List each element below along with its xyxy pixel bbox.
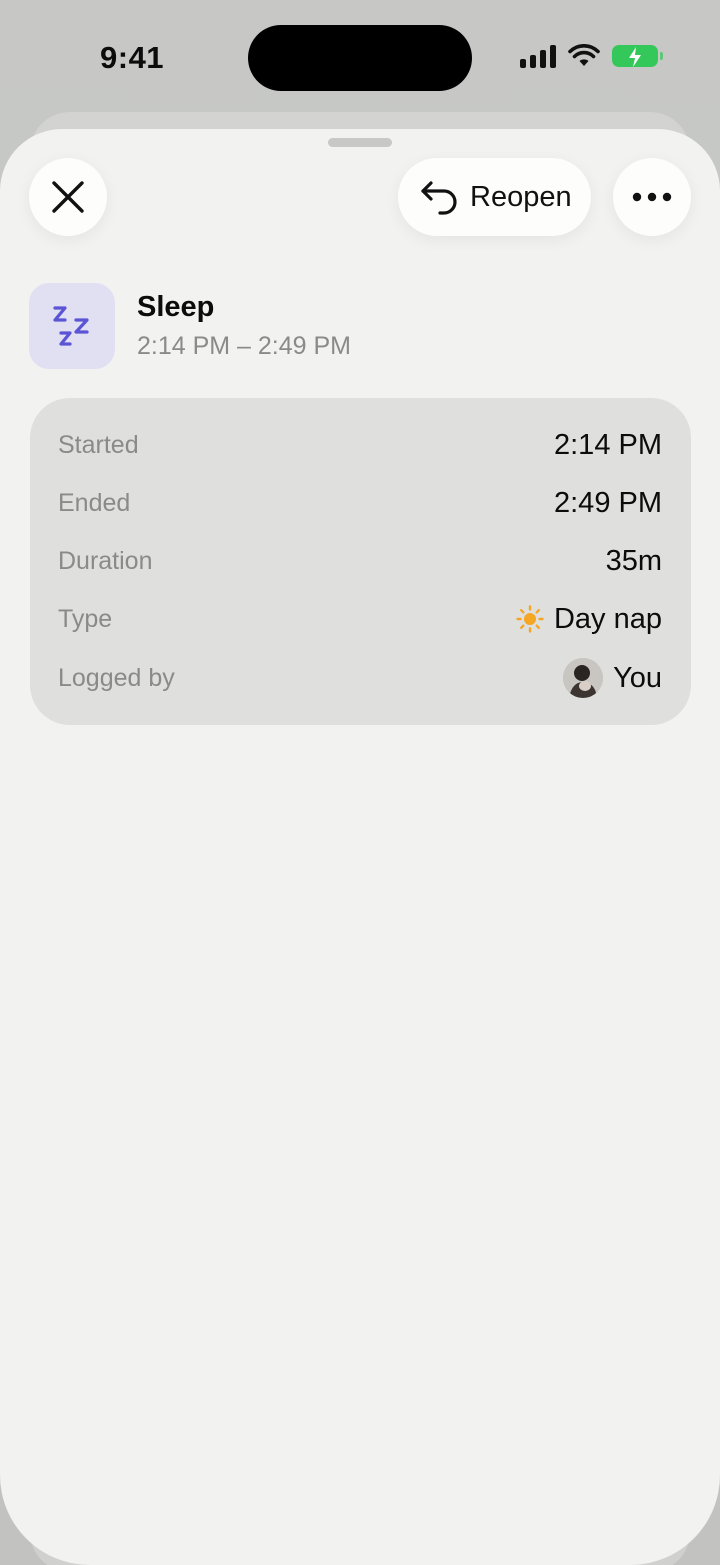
- more-options-button[interactable]: [613, 158, 691, 236]
- undo-arrow-icon: [421, 181, 457, 215]
- status-time: 9:41: [100, 40, 165, 75]
- dynamic-island: [248, 25, 472, 91]
- type-label: Type: [58, 604, 113, 633]
- sun-icon: [516, 605, 544, 633]
- entry-title: Sleep: [137, 291, 215, 323]
- detail-row-type[interactable]: Type Day nap: [58, 599, 662, 639]
- type-value: Day nap: [553, 602, 662, 635]
- reopen-label: Reopen: [470, 180, 572, 213]
- sheet-grabber[interactable]: [328, 138, 392, 147]
- ended-label: Ended: [58, 488, 131, 517]
- entry-time-range: 2:14 PM – 2:49 PM: [137, 332, 352, 360]
- battery-charging-icon: [612, 45, 663, 67]
- detail-row-started[interactable]: Started 2:14 PM: [58, 425, 662, 465]
- details-card: Started 2:14 PM Ended 2:49 PM Duration 3…: [30, 398, 691, 725]
- screen: 9:41 Reopen Sleep 2:14 PM – 2:49 PM Star…: [0, 0, 720, 1565]
- detail-row-ended[interactable]: Ended 2:49 PM: [58, 483, 662, 523]
- detail-sheet: Reopen Sleep 2:14 PM – 2:49 PM Started 2…: [0, 129, 720, 1565]
- logged-by-label: Logged by: [58, 663, 175, 692]
- close-icon: [52, 181, 84, 213]
- type-value-group: Day nap: [516, 603, 662, 636]
- close-button[interactable]: [29, 158, 107, 236]
- detail-row-duration[interactable]: Duration 35m: [58, 541, 662, 581]
- reopen-button[interactable]: Reopen: [398, 158, 591, 236]
- logged-by-value: You: [613, 661, 662, 694]
- wifi-icon: [568, 44, 600, 66]
- ellipsis-icon: [632, 192, 672, 202]
- avatar: [563, 658, 604, 698]
- cellular-signal-icon: [520, 44, 556, 68]
- ended-value: 2:49 PM: [554, 486, 662, 519]
- detail-row-logged-by[interactable]: Logged by You: [58, 658, 662, 698]
- duration-value: 35m: [605, 544, 662, 577]
- status-bar: 9:41: [0, 0, 720, 120]
- started-value: 2:14 PM: [554, 428, 662, 461]
- started-label: Started: [58, 430, 139, 459]
- duration-label: Duration: [58, 546, 153, 575]
- logged-by-value-group: You: [563, 658, 662, 698]
- status-icons: [520, 44, 663, 68]
- sleep-zzz-icon: [29, 283, 115, 369]
- entry-header: Sleep 2:14 PM – 2:49 PM: [29, 283, 351, 369]
